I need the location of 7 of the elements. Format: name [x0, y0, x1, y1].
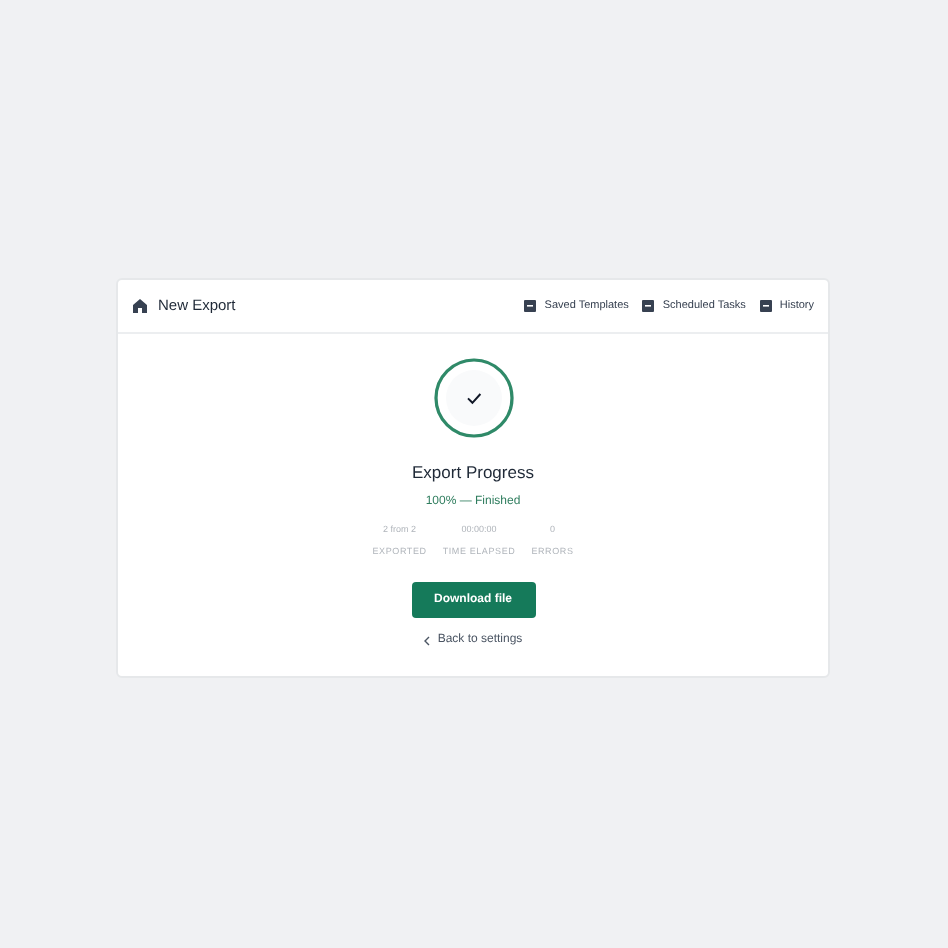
home-icon — [132, 298, 148, 314]
progress-ring — [431, 356, 515, 440]
chevron-left-icon — [423, 636, 430, 647]
archive-icon — [759, 300, 772, 312]
archive-icon — [642, 300, 655, 312]
progress-title: Export Progress — [412, 460, 534, 486]
archive-icon — [524, 300, 537, 312]
